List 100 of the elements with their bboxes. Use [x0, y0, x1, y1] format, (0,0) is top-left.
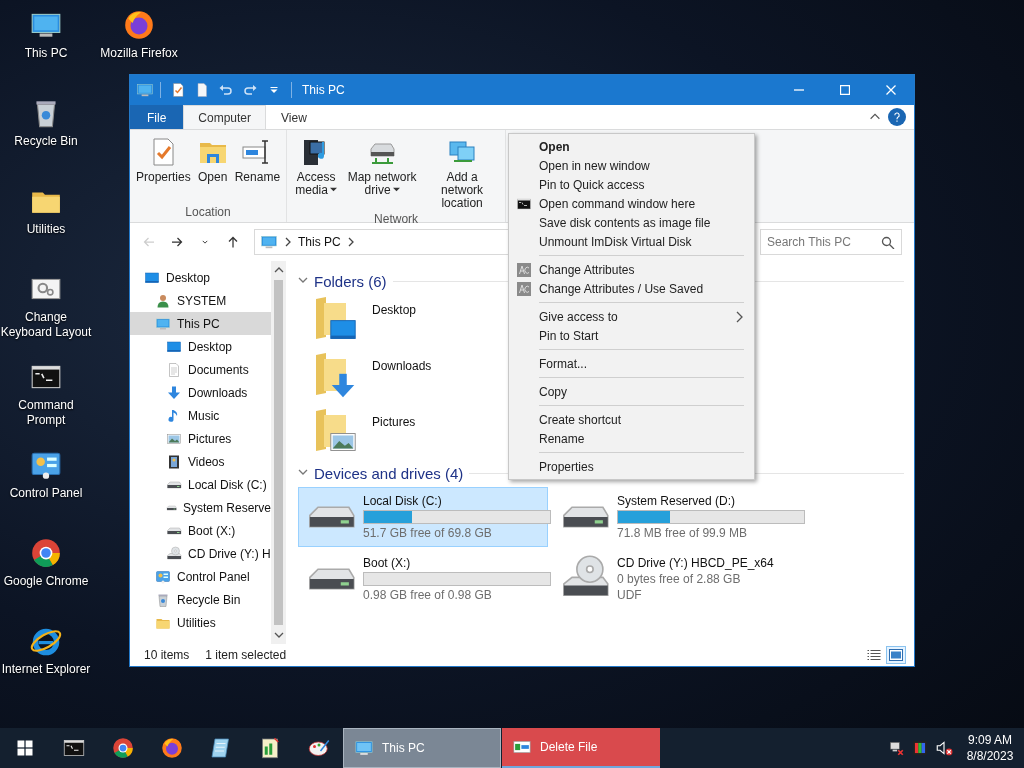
group-header[interactable]: Devices and drives (4): [314, 464, 464, 482]
tree-item[interactable]: Desktop: [130, 266, 271, 289]
menu-item[interactable]: Pin to Start: [509, 326, 754, 345]
free-space-text: 0.98 GB free of 0.98 GB: [363, 588, 493, 602]
free-space-text: 51.7 GB free of 69.8 GB: [363, 526, 493, 540]
network-status-icon: [887, 739, 905, 757]
ribbon-tab[interactable]: View: [266, 105, 322, 129]
menu-item[interactable]: Pin to Quick access: [509, 175, 754, 194]
tree-item[interactable]: Recycle Bin: [130, 588, 271, 611]
desktop-shortcut[interactable]: Change Keyboard Layout: [0, 270, 92, 340]
tree-item[interactable]: Utilities: [130, 611, 271, 634]
browser-icon: [29, 536, 63, 570]
undo-icon: [218, 82, 234, 98]
desktop-shortcut[interactable]: Command Prompt: [0, 358, 92, 428]
taskbar-window-button[interactable]: This PC: [343, 728, 501, 768]
tree-item[interactable]: This PC: [130, 312, 271, 335]
volume-muted-icon: [935, 739, 953, 757]
browser-icon: [159, 736, 184, 760]
search-icon: [881, 235, 895, 249]
user-icon: [155, 292, 171, 309]
desktop-shortcut[interactable]: Mozilla Firefox: [93, 6, 185, 61]
desktop-shortcut[interactable]: Recycle Bin: [0, 94, 92, 149]
ribbon-button[interactable]: Map network drive: [342, 134, 423, 199]
drive-tile[interactable]: Local Disk (C:) 51.7 GB free of 69.8 GB: [298, 487, 548, 547]
tree-item[interactable]: SYSTEM: [130, 289, 271, 312]
group-header[interactable]: Folders (6): [314, 272, 387, 290]
desktop-shortcut[interactable]: This PC: [0, 6, 92, 61]
ribbon-group-label: Location: [184, 205, 232, 221]
tree-item[interactable]: Videos: [130, 450, 271, 473]
tree-item[interactable]: Downloads: [130, 381, 271, 404]
properties-icon: [170, 82, 186, 98]
taskbar-window-button[interactable]: Delete File: [502, 728, 660, 768]
selection-count: 1 item selected: [205, 648, 287, 662]
search-field[interactable]: Search This PC: [760, 229, 902, 255]
clock[interactable]: 9:09 AM 8/8/2023: [956, 728, 1024, 768]
scrollbar-thumb[interactable]: [274, 280, 283, 625]
minimize-icon: [794, 89, 804, 91]
menu-item[interactable]: Open in new window: [509, 156, 754, 175]
tree-item[interactable]: Control Panel: [130, 565, 271, 588]
menu-item[interactable]: Change Attributes / Use Saved: [509, 279, 754, 298]
caret-icon: [329, 185, 337, 193]
browser-icon: [110, 736, 135, 760]
ribbon-button[interactable]: Add a network location: [422, 134, 503, 212]
tree-item[interactable]: CD Drive (Y:) H: [130, 542, 271, 565]
tree-item[interactable]: Desktop: [130, 335, 271, 358]
menu-item[interactable]: Format...: [509, 354, 754, 373]
computer-icon: [354, 738, 374, 758]
chevron-right-icon: [284, 237, 292, 247]
desktop-shortcut[interactable]: Google Chrome: [0, 534, 92, 589]
menu-item[interactable]: Create shortcut: [509, 410, 754, 429]
ribbon-button[interactable]: Access media: [290, 134, 343, 199]
menu-item[interactable]: Rename: [509, 429, 754, 448]
browser-icon: [122, 8, 156, 42]
ribbon-button[interactable]: Properties: [133, 134, 194, 186]
ribbon-group-label: Network: [373, 212, 420, 228]
close-icon: [886, 85, 896, 95]
ribbon-button[interactable]: Rename: [231, 134, 284, 186]
menu-item[interactable]: Save disk contents as image file: [509, 213, 754, 232]
drive-tile[interactable]: CD Drive (Y:) HBCD_PE_x64 0 bytes free of 2.88 GB UDF: [552, 549, 802, 609]
large-icons-view-icon: [888, 647, 904, 663]
attributes-icon: [516, 280, 532, 297]
computer-icon: [260, 233, 278, 251]
tree-item[interactable]: Local Disk (C:): [130, 473, 271, 496]
drive-name: CD Drive (Y:) HBCD_PE_x64: [617, 556, 775, 570]
file-system-text: UDF: [617, 588, 643, 602]
breadcrumb[interactable]: This PC: [298, 235, 341, 249]
menu-item[interactable]: Properties: [509, 457, 754, 476]
ribbon-tab[interactable]: Computer: [183, 105, 267, 129]
tree-item[interactable]: Documents: [130, 358, 271, 381]
attributes-icon: [516, 261, 532, 278]
tree-item[interactable]: System Reserve: [130, 496, 271, 519]
desktop-shortcut[interactable]: Utilities: [0, 182, 92, 237]
maximize-icon: [840, 85, 850, 95]
film-icon: [166, 453, 182, 470]
menu-item[interactable]: Give access to: [509, 307, 754, 326]
menu-item[interactable]: Copy: [509, 382, 754, 401]
drive-tile[interactable]: Boot (X:) 0.98 GB free of 0.98 GB: [298, 549, 548, 609]
display-icon: [911, 739, 929, 757]
document-icon: [194, 82, 210, 98]
tree-item[interactable]: Pictures: [130, 427, 271, 450]
tree-item[interactable]: Boot (X:): [130, 519, 271, 542]
drive-tile[interactable]: System Reserved (D:) 71.8 MB free of 99.9 MB: [552, 487, 802, 547]
ribbon-tab[interactable]: File: [130, 105, 184, 129]
view-button[interactable]: [886, 646, 906, 664]
desktop-shortcut[interactable]: Internet Explorer: [0, 622, 92, 677]
scrollbar[interactable]: [271, 261, 286, 644]
free-space-text: 71.8 MB free of 99.9 MB: [617, 526, 749, 540]
download-icon: [166, 384, 182, 401]
menu-item[interactable]: Change Attributes: [509, 260, 754, 279]
menu-item[interactable]: Open command window here: [509, 194, 754, 213]
chevron-right-icon: [346, 237, 355, 247]
cd-drive-icon: [166, 545, 182, 562]
details-view-icon: [866, 647, 882, 663]
tree-item[interactable]: Music: [130, 404, 271, 427]
computer-icon: [136, 81, 154, 99]
ribbon-button[interactable]: Open: [193, 134, 232, 186]
help-button[interactable]: [888, 108, 906, 126]
desktop-shortcut[interactable]: Control Panel: [0, 446, 92, 501]
window-title: This PC: [302, 83, 345, 97]
menu-item[interactable]: Open: [509, 137, 754, 156]
